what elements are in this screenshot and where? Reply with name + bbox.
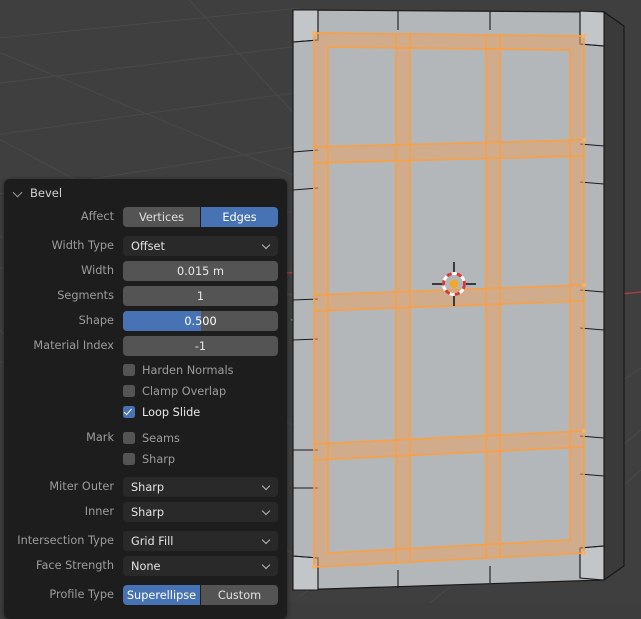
row-clamp-overlap: Clamp Overlap <box>13 381 278 401</box>
width-type-dropdown[interactable]: Offset <box>123 236 278 256</box>
miter-inner-label: Inner <box>84 506 114 518</box>
sharp-checkbox[interactable] <box>123 453 135 465</box>
profile-type-option-superellipse[interactable]: Superellipse <box>123 585 200 605</box>
affect-label: Affect <box>80 211 114 223</box>
row-affect: Affect Vertices Edges <box>13 206 278 228</box>
chevron-down-icon <box>263 537 270 544</box>
face-strength-label: Face Strength <box>35 560 114 572</box>
panel-header[interactable]: Bevel <box>4 179 287 206</box>
panel-title: Bevel <box>30 185 63 200</box>
segments-label: Segments <box>57 290 114 302</box>
affect-option-edges[interactable]: Edges <box>200 207 278 227</box>
shape-label: Shape <box>78 315 114 327</box>
profile-type-label: Profile Type <box>49 589 114 601</box>
loop-slide-checkbox[interactable] <box>123 406 135 418</box>
chevron-down-icon <box>14 188 23 197</box>
segments-field[interactable]: 1 <box>123 286 278 306</box>
row-segments: Segments 1 <box>13 285 278 307</box>
affect-toggle-group[interactable]: Vertices Edges <box>123 207 278 227</box>
row-harden-normals: Harden Normals <box>13 360 278 380</box>
mesh-side-slab <box>603 10 625 582</box>
row-miter-inner: Inner Sharp <box>13 501 278 523</box>
mark-label: Mark <box>86 432 114 444</box>
shape-slider[interactable]: 0.500 <box>123 311 278 331</box>
width-type-value: Offset <box>131 239 165 253</box>
width-type-label: Width Type <box>51 240 114 252</box>
width-field[interactable]: 0.015 m <box>123 261 278 281</box>
loop-slide-label: Loop Slide <box>142 405 201 419</box>
chevron-down-icon <box>263 508 270 515</box>
harden-normals-checkbox[interactable] <box>123 364 135 376</box>
intersection-type-dropdown[interactable]: Grid Fill <box>123 531 278 551</box>
clamp-overlap-label: Clamp Overlap <box>142 384 227 398</box>
intersection-type-label: Intersection Type <box>17 535 114 547</box>
chevron-down-icon <box>263 483 270 490</box>
miter-inner-dropdown[interactable]: Sharp <box>123 502 278 522</box>
row-loop-slide: Loop Slide <box>13 402 278 422</box>
profile-type-toggle-group[interactable]: Superellipse Custom <box>123 585 278 605</box>
shape-value: 0.500 <box>184 314 217 328</box>
sharp-label: Sharp <box>142 452 176 466</box>
chevron-down-icon <box>263 562 270 569</box>
affect-option-vertices[interactable]: Vertices <box>123 207 200 227</box>
material-index-label: Material Index <box>33 340 114 352</box>
row-intersection-type: Intersection Type Grid Fill <box>13 530 278 552</box>
face-strength-dropdown[interactable]: None <box>123 556 278 576</box>
face-strength-value: None <box>131 559 161 573</box>
intersection-type-value: Grid Fill <box>131 534 174 548</box>
bevel-operator-panel: Bevel Affect Vertices Edges Width Type O… <box>4 179 287 619</box>
chevron-down-icon <box>263 242 270 249</box>
harden-normals-label: Harden Normals <box>142 363 234 377</box>
clamp-overlap-checkbox[interactable] <box>123 385 135 397</box>
row-mark-sharp: Sharp <box>13 449 278 469</box>
row-mark-seams: Mark Seams <box>13 428 278 448</box>
width-label: Width <box>81 265 114 277</box>
row-material-index: Material Index -1 <box>13 335 278 357</box>
row-miter-outer: Miter Outer Sharp <box>13 476 278 498</box>
row-width: Width 0.015 m <box>13 260 278 282</box>
miter-inner-value: Sharp <box>131 505 165 519</box>
row-width-type: Width Type Offset <box>13 235 278 257</box>
miter-outer-label: Miter Outer <box>49 481 114 493</box>
row-shape: Shape 0.500 <box>13 310 278 332</box>
row-face-strength: Face Strength None <box>13 555 278 577</box>
material-index-field[interactable]: -1 <box>123 336 278 356</box>
seams-label: Seams <box>142 431 180 445</box>
miter-outer-dropdown[interactable]: Sharp <box>123 477 278 497</box>
seams-checkbox[interactable] <box>123 432 135 444</box>
miter-outer-value: Sharp <box>131 480 165 494</box>
profile-type-option-custom[interactable]: Custom <box>200 585 278 605</box>
